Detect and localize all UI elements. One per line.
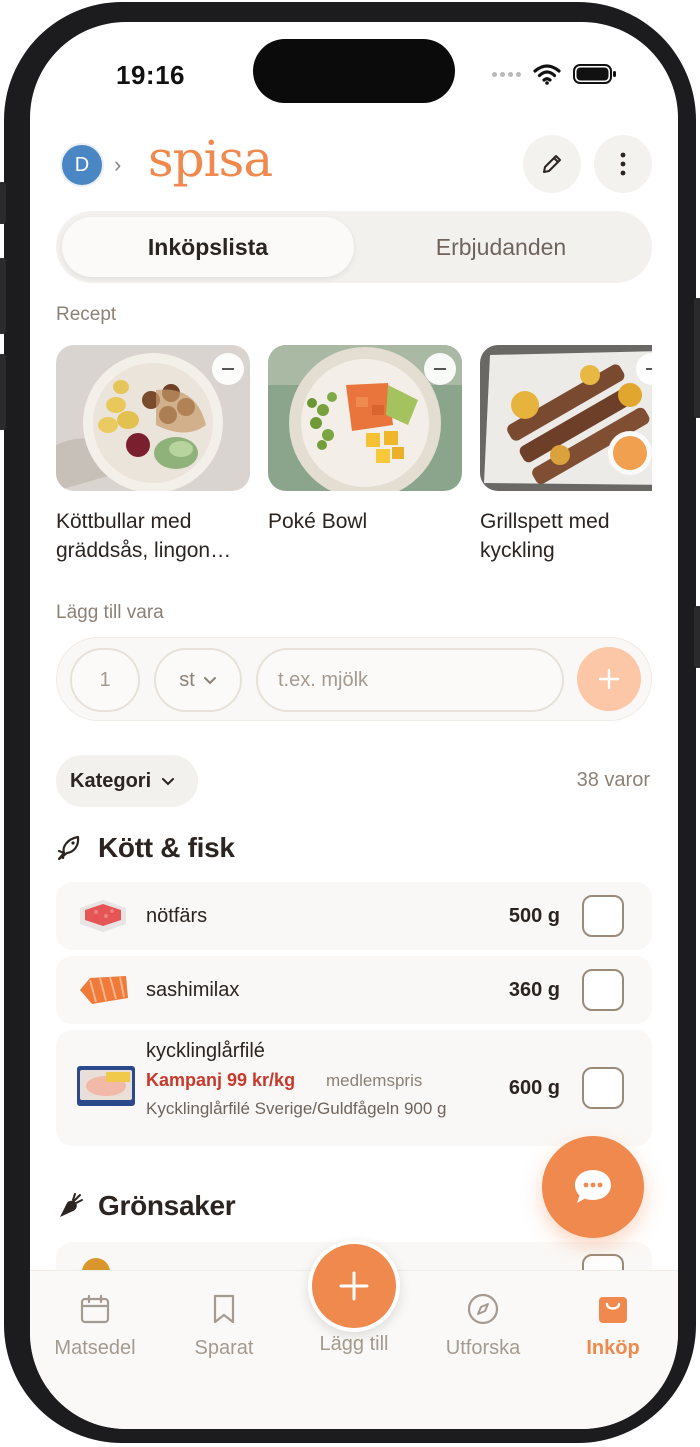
volume-down-button — [0, 354, 6, 430]
quantity-value: 1 — [99, 668, 111, 691]
group-header-meat-fish: Kött & fisk — [56, 832, 235, 864]
more-vertical-icon — [620, 152, 626, 176]
unit-value: st — [179, 668, 195, 691]
tab-meal-plan[interactable]: Matsedel — [40, 1291, 150, 1360]
item-name: kycklinglårfilé — [146, 1040, 265, 1062]
wifi-icon — [533, 64, 561, 85]
add-item-row: 1 st t.ex. mjölk — [56, 637, 652, 721]
status-time: 19:16 — [116, 60, 185, 90]
edit-button[interactable] — [523, 135, 581, 193]
category-filter-button[interactable]: Kategori — [56, 755, 198, 807]
volume-up-button — [0, 258, 6, 334]
add-button[interactable] — [308, 1240, 400, 1332]
item-quantity: 600 g — [508, 1077, 560, 1099]
product-description: Kycklinglårfilé Sverige/Guldfågeln 900 g — [146, 1099, 447, 1118]
avatar[interactable]: D — [60, 143, 104, 187]
campaign-price: Kampanj 99 kr/kg — [146, 1070, 296, 1090]
item-checkbox[interactable] — [582, 895, 624, 937]
item-count: 38 varor — [576, 769, 650, 791]
item-name-input[interactable]: t.ex. mjölk — [256, 648, 564, 712]
ground-beef-thumbnail — [80, 900, 126, 932]
item-checkbox[interactable] — [582, 969, 624, 1011]
calendar-icon — [80, 1294, 110, 1324]
bookmark-icon — [213, 1294, 235, 1324]
add-item-label: Lägg till vara — [56, 602, 164, 623]
chevron-down-icon — [162, 777, 175, 785]
remove-recipe-button[interactable] — [424, 353, 456, 385]
list-item[interactable]: nötfärs 500 g — [56, 882, 652, 950]
item-name: sashimilax — [146, 979, 240, 1001]
avatar-initial: D — [74, 153, 90, 176]
status-indicators — [492, 62, 617, 86]
recipes-label: Recept — [56, 304, 117, 325]
shopping-bag-icon — [599, 1297, 627, 1323]
tab-add[interactable]: Lägg till — [299, 1333, 409, 1356]
group-header-vegetables: Grönsaker — [56, 1190, 236, 1222]
dynamic-island — [253, 39, 455, 103]
category-filter-label: Kategori — [70, 769, 152, 792]
recipe-image — [56, 345, 250, 491]
salmon-thumbnail — [80, 976, 128, 1004]
app-logo: spisa — [148, 130, 273, 188]
item-name-placeholder: t.ex. mjölk — [278, 668, 369, 691]
add-item-button[interactable] — [577, 647, 641, 711]
list-item[interactable]: kycklinglårfilé Kampanj 99 kr/kg medlems… — [56, 1030, 652, 1146]
tab-explore[interactable]: Utforska — [428, 1291, 538, 1360]
unit-select[interactable]: st — [154, 648, 242, 712]
plus-icon — [598, 668, 620, 690]
tab-saved[interactable]: Sparat — [169, 1291, 279, 1360]
side-button — [0, 182, 6, 224]
recipe-title: Poké Bowl — [268, 510, 368, 533]
item-name: nötfärs — [146, 905, 208, 927]
recipe-image — [268, 345, 462, 491]
carrot-icon — [60, 1193, 83, 1217]
plus-icon — [339, 1271, 369, 1301]
recipe-card[interactable]: Köttbullar med gräddsås, lingon… — [56, 345, 250, 565]
quantity-field[interactable]: 1 — [70, 648, 140, 712]
tab-shopping-list[interactable]: Inköpslista — [62, 217, 354, 277]
recipe-card[interactable]: Grillspett med kyckling — [480, 345, 652, 565]
signal-icon — [492, 71, 521, 77]
tab-shopping[interactable]: Inköp — [558, 1291, 668, 1360]
chevron-down-icon — [203, 676, 216, 684]
item-checkbox[interactable] — [582, 1067, 624, 1109]
fish-icon — [57, 835, 80, 861]
tab-label: Utforska — [445, 1337, 521, 1359]
more-options-button[interactable] — [594, 135, 652, 193]
compass-icon — [467, 1293, 499, 1325]
phone-frame: 19:16 D › spisa Inköpslista Erbjudanden … — [0, 2, 700, 1443]
chevron-right-icon[interactable]: › — [114, 152, 121, 178]
screen: 19:16 D › spisa Inköpslista Erbjudanden … — [30, 22, 678, 1429]
group-title: Grönsaker — [98, 1190, 236, 1221]
power-button — [694, 298, 700, 418]
recipe-image — [480, 345, 652, 491]
group-title: Kött & fisk — [98, 832, 235, 863]
tab-label: Matsedel — [54, 1337, 136, 1359]
power-button-lower — [694, 606, 700, 668]
list-tabs: Inköpslista Erbjudanden — [56, 211, 652, 283]
tab-offers[interactable]: Erbjudanden — [356, 217, 646, 277]
tab-label: Inköp — [586, 1337, 640, 1359]
recipe-carousel[interactable]: Köttbullar med gräddsås, lingon… Poké Bo… — [56, 345, 652, 575]
recipe-card[interactable]: Poké Bowl — [268, 345, 462, 536]
battery-icon — [573, 64, 616, 84]
list-item[interactable]: sashimilax 360 g — [56, 956, 652, 1024]
tab-label: Lägg till — [319, 1333, 389, 1355]
tab-label: Sparat — [194, 1337, 254, 1359]
item-quantity: 500 g — [508, 905, 560, 927]
chat-assistant-button[interactable] — [542, 1136, 644, 1238]
chat-bubble-icon — [575, 1170, 611, 1203]
campaign-note: medlemspris — [326, 1071, 423, 1090]
recipe-title: Köttbullar med gräddsås, lingon… — [56, 510, 232, 562]
remove-recipe-button[interactable] — [212, 353, 244, 385]
recipe-title: Grillspett med kyckling — [480, 510, 610, 562]
product-package-thumbnail — [77, 1066, 135, 1106]
pencil-icon — [543, 155, 561, 173]
item-quantity: 360 g — [508, 979, 560, 1001]
